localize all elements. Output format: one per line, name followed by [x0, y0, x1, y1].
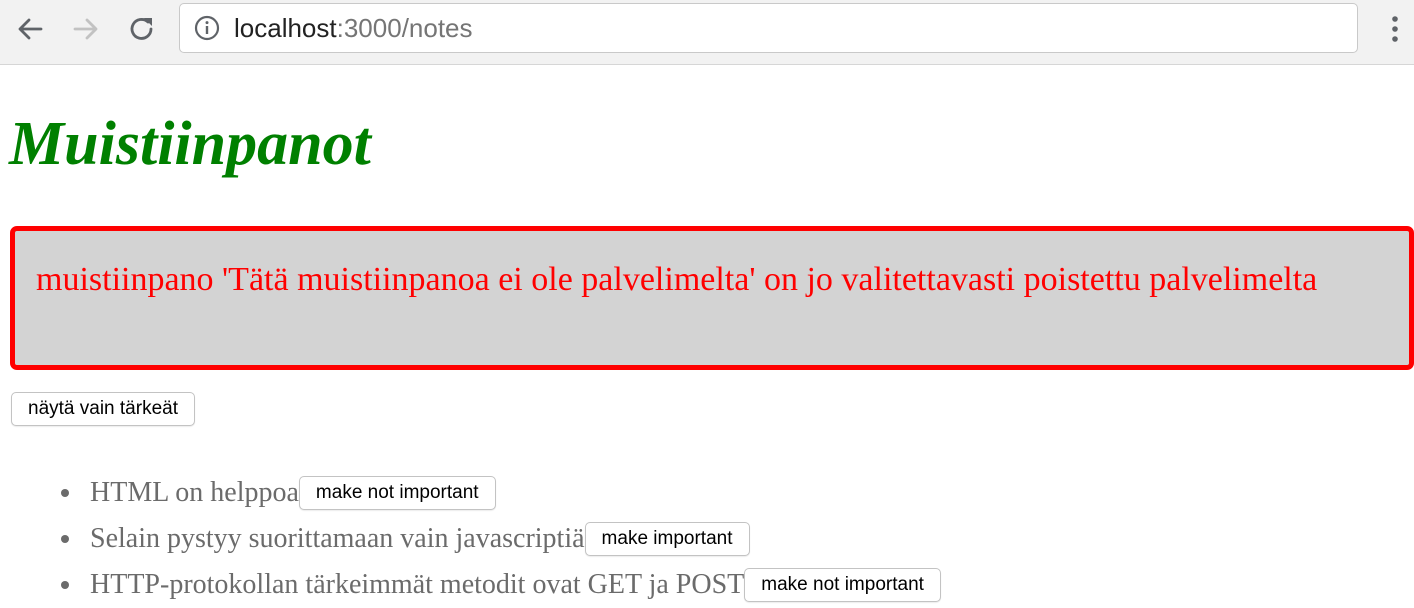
page-title: Muistiinpanot — [9, 110, 371, 178]
page-content: Muistiinpanot muistiinpano 'Tätä muistii… — [0, 65, 1414, 602]
bullet-icon — [61, 535, 69, 543]
notes-list: HTML on helppoa make not important Selain… — [0, 470, 941, 608]
toggle-importance-button[interactable]: make not important — [744, 568, 941, 602]
url-text: localhost:3000/notes — [234, 13, 473, 44]
kebab-menu-icon[interactable] — [1384, 12, 1406, 46]
note-item: HTML on helppoa make not important — [0, 470, 941, 516]
note-content: Selain pystyy suorittamaan vain javascri… — [90, 523, 585, 554]
reload-icon[interactable] — [126, 13, 158, 45]
note-content: HTML on helppoa — [90, 477, 299, 508]
note-content: HTTP-protokollan tärkeimmät metodit ovat… — [90, 569, 745, 600]
toggle-importance-button[interactable]: make important — [584, 522, 750, 556]
bullet-icon — [61, 489, 69, 497]
bullet-icon — [61, 581, 69, 589]
note-item: HTTP-protokollan tärkeimmät metodit ovat… — [0, 562, 941, 608]
address-bar[interactable]: localhost:3000/notes — [179, 3, 1358, 53]
forward-arrow-icon[interactable] — [70, 13, 102, 45]
browser-toolbar: localhost:3000/notes — [0, 0, 1414, 65]
error-notification: muistiinpano 'Tätä muistiinpanoa ei ole … — [10, 226, 1414, 370]
info-icon[interactable] — [194, 15, 220, 41]
url-path: :3000/notes — [336, 12, 473, 43]
back-arrow-icon[interactable] — [14, 13, 46, 45]
show-important-button[interactable]: näytä vain tärkeät — [11, 392, 195, 426]
url-host: localhost — [234, 12, 337, 43]
note-item: Selain pystyy suorittamaan vain javascri… — [0, 516, 941, 562]
toggle-importance-button[interactable]: make not important — [298, 476, 496, 510]
